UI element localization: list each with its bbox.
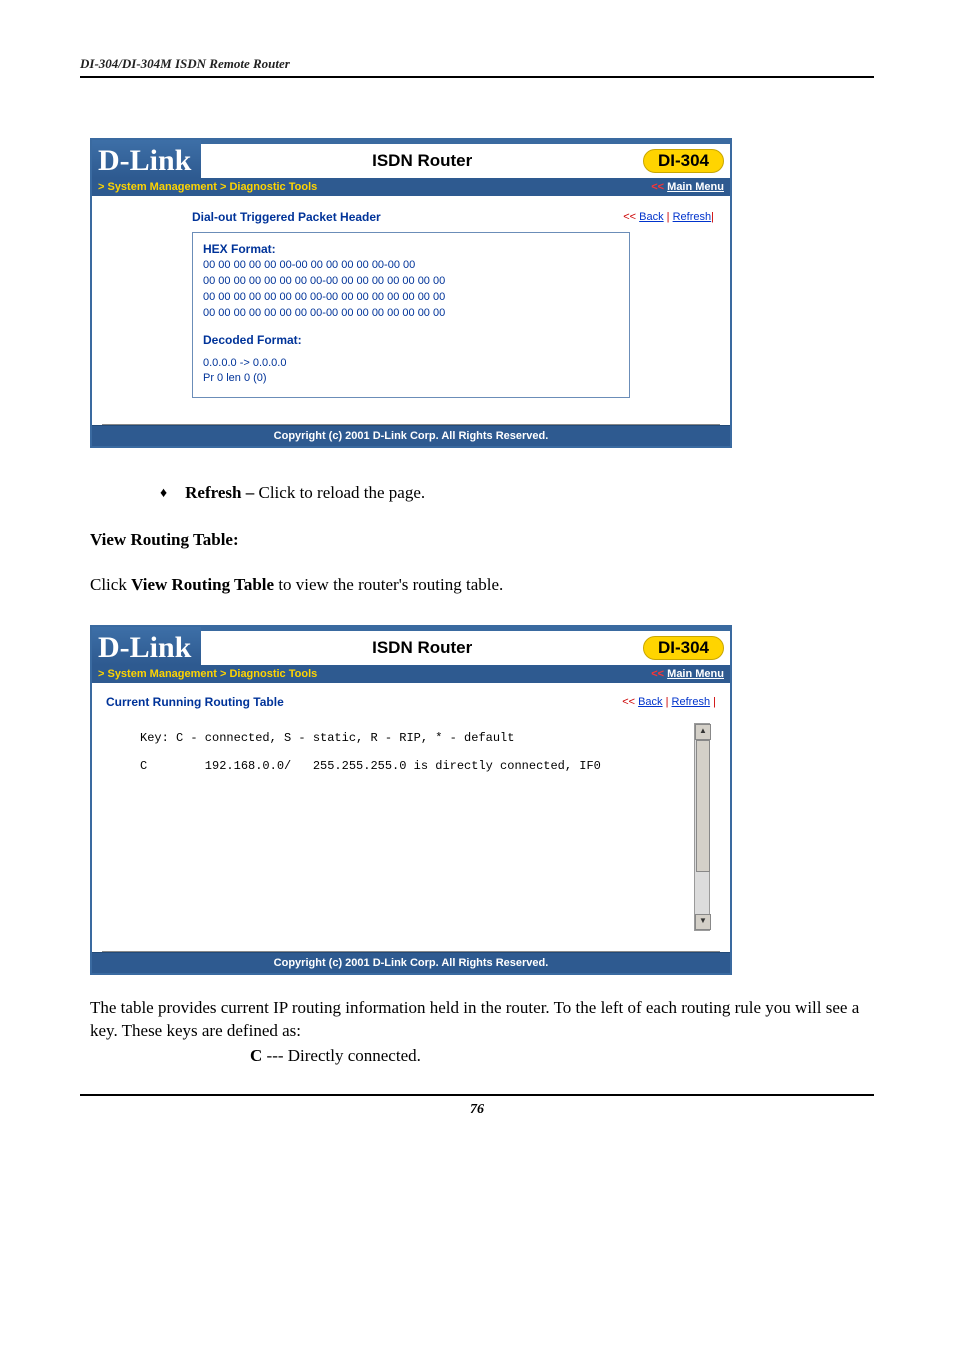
page-number: 76: [80, 1094, 874, 1118]
back-prefix: <<: [622, 696, 638, 708]
routing-box: Key: C - connected, S - static, R - RIP,…: [122, 723, 710, 931]
breadcrumb: > System Management > Diagnostic Tools: [98, 668, 317, 680]
panel-title: ISDN Router: [201, 627, 643, 665]
section-links: << Back | Refresh|: [623, 211, 714, 223]
bullet-icon: ♦: [160, 482, 167, 505]
decoded-line-0: 0.0.0.0 -> 0.0.0.0: [203, 356, 619, 372]
section-title: Dial-out Triggered Packet Header: [192, 210, 381, 224]
panel-header: D-Link ISDN Router DI-304: [92, 627, 730, 665]
refresh-link[interactable]: Refresh: [672, 696, 711, 708]
view-routing-heading: View Routing Table:: [90, 529, 864, 552]
hex-line-3: 00 00 00 00 00 00 00 00-00 00 00 00 00 0…: [203, 290, 619, 306]
running-header: DI-304/DI-304M ISDN Remote Router: [80, 56, 874, 78]
scroll-up-icon[interactable]: ▲: [695, 724, 711, 740]
model-badge-wrap: DI-304: [643, 140, 730, 178]
section-title: Current Running Routing Table: [106, 695, 284, 709]
scroll-down-icon[interactable]: ▼: [695, 914, 711, 930]
dlink-logo: D-Link: [92, 627, 201, 665]
trailing-bar: |: [710, 696, 716, 708]
scroll-thumb[interactable]: [696, 740, 710, 872]
back-link[interactable]: Back: [638, 696, 662, 708]
panel-body: Current Running Routing Table << Back | …: [92, 683, 730, 951]
model-badge-wrap: DI-304: [643, 627, 730, 665]
section-row: Current Running Routing Table << Back | …: [100, 691, 722, 717]
para-pre: Click: [90, 575, 131, 594]
decoded-label: Decoded Format:: [203, 332, 619, 349]
mainmenu-link[interactable]: Main Menu: [667, 668, 724, 680]
scrollbar[interactable]: ▲ ▼: [694, 723, 710, 931]
bullet-rest: Click to reload the page.: [259, 483, 426, 502]
section-links: << Back | Refresh |: [622, 696, 716, 708]
section-row: Dial-out Triggered Packet Header << Back…: [102, 206, 720, 232]
breadcrumb-row: > System Management > Diagnostic Tools <…: [92, 178, 730, 196]
routing-output: Key: C - connected, S - static, R - RIP,…: [122, 723, 710, 931]
panel-header: D-Link ISDN Router DI-304: [92, 140, 730, 178]
hex-label: HEX Format:: [203, 241, 619, 258]
bullet-text: Refresh – Click to reload the page.: [185, 482, 425, 505]
breadcrumb: > System Management > Diagnostic Tools: [98, 181, 317, 193]
key-bold: C: [250, 1046, 262, 1065]
model-badge: DI-304: [643, 149, 724, 173]
trailing-bar: |: [711, 211, 714, 223]
hex-box: HEX Format: 00 00 00 00 00 00-00 00 00 0…: [192, 232, 630, 398]
dialout-panel: D-Link ISDN Router DI-304 > System Manag…: [90, 138, 732, 448]
refresh-link[interactable]: Refresh: [673, 211, 712, 223]
decoded-line-1: Pr 0 len 0 (0): [203, 371, 619, 387]
key-rest: --- Directly connected.: [262, 1046, 421, 1065]
mainmenu-link[interactable]: Main Menu: [667, 181, 724, 193]
view-routing-para: Click View Routing Table to view the rou…: [90, 574, 864, 597]
hex-line-2: 00 00 00 00 00 00 00 00-00 00 00 00 00 0…: [203, 274, 619, 290]
link-sep: |: [664, 211, 673, 223]
mainmenu-prefix: <<: [651, 668, 667, 680]
para-post: to view the router's routing table.: [274, 575, 503, 594]
key-line: C --- Directly connected.: [90, 1045, 864, 1068]
body-text-a: ♦ Refresh – Click to reload the page. Vi…: [90, 468, 864, 597]
mainmenu-wrap: << Main Menu: [651, 668, 724, 680]
panel-title: ISDN Router: [201, 140, 643, 178]
body-text-b: The table provides current IP routing in…: [90, 997, 864, 1068]
link-sep: |: [663, 696, 672, 708]
model-badge: DI-304: [643, 636, 724, 660]
mainmenu-prefix: <<: [651, 181, 667, 193]
bullet-bold: Refresh –: [185, 483, 258, 502]
back-prefix: <<: [623, 211, 639, 223]
routing-table-panel: D-Link ISDN Router DI-304 > System Manag…: [90, 625, 732, 975]
panel-footer: Copyright (c) 2001 D-Link Corp. All Righ…: [92, 952, 730, 973]
hex-line-0: 00 00 00 00 00 00-00 00 00 00 00 00-00 0…: [203, 258, 619, 274]
hex-line-4: 00 00 00 00 00 00 00 00-00 00 00 00 00 0…: [203, 306, 619, 322]
routing-explain: The table provides current IP routing in…: [90, 997, 864, 1043]
para-bold: View Routing Table: [131, 575, 274, 594]
panel-body: Dial-out Triggered Packet Header << Back…: [92, 196, 730, 424]
dlink-logo: D-Link: [92, 140, 201, 178]
mainmenu-wrap: << Main Menu: [651, 181, 724, 193]
back-link[interactable]: Back: [639, 211, 663, 223]
breadcrumb-row: > System Management > Diagnostic Tools <…: [92, 665, 730, 683]
panel-footer: Copyright (c) 2001 D-Link Corp. All Righ…: [92, 425, 730, 446]
